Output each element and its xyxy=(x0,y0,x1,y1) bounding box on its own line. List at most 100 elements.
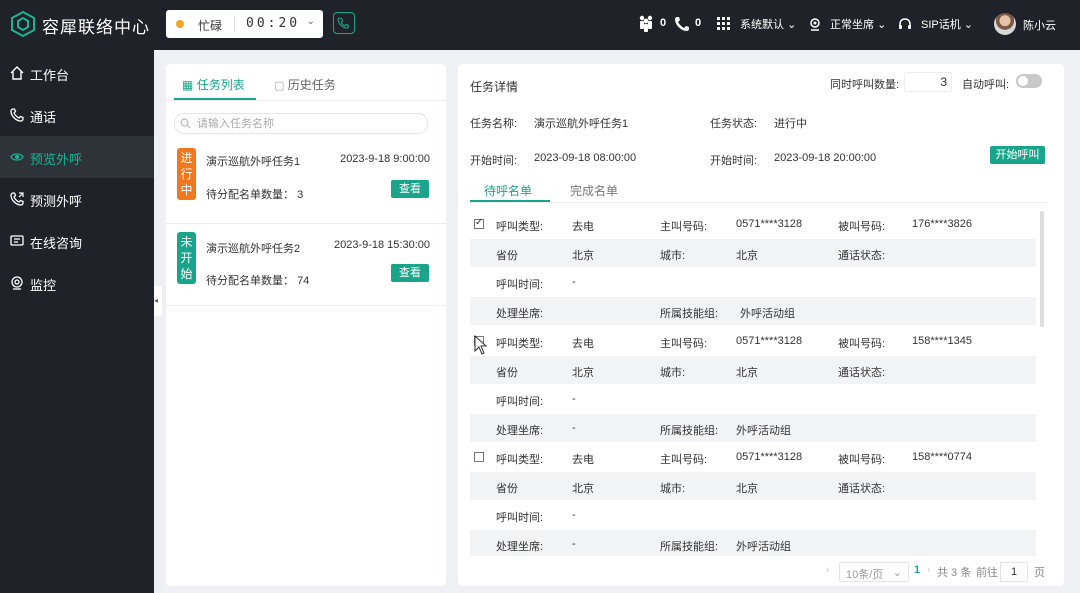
grid-icon: ▦ xyxy=(182,78,194,92)
system-default-select[interactable]: 系统默认 ⌄ xyxy=(740,16,796,32)
view-button[interactable]: 查看 xyxy=(391,180,429,198)
record-checkbox[interactable] xyxy=(474,452,484,462)
task-time: 2023-9-18 9:00:00 xyxy=(340,153,430,165)
total-count: 共 3 条 xyxy=(937,567,972,579)
history-icon: ▢ xyxy=(274,80,285,92)
call-time-value: - xyxy=(572,276,576,288)
phone-icon xyxy=(675,17,689,31)
city-value: 北京 xyxy=(736,250,758,262)
status-timer: 00:20 xyxy=(246,16,301,31)
goto-page-input[interactable]: 1 xyxy=(1000,562,1028,582)
sidebar-item-predictive-outbound[interactable]: 预测外呼 xyxy=(0,178,154,220)
sip-phone-select[interactable]: SIP话机 ⌄ xyxy=(921,16,973,32)
sidebar-item-workbench[interactable]: 工作台 xyxy=(0,52,154,94)
task-card[interactable]: 进行中 演示巡航外呼任务1 2023-9-18 9:00:00 待分配名单数量：… xyxy=(166,142,446,224)
province-value: 北京 xyxy=(572,367,594,379)
task-search-box xyxy=(174,113,428,134)
record-checkbox[interactable] xyxy=(474,217,484,229)
start-time-value: 2023-09-18 08:00:00 xyxy=(534,152,637,164)
sidebar-item-monitor[interactable]: 监控 xyxy=(0,262,154,304)
sidebar-item-label: 通话 xyxy=(30,110,57,125)
busy-dot-icon xyxy=(176,20,184,28)
sidebar-item-preview-outbound[interactable]: 预览外呼 xyxy=(0,136,154,178)
call-time-value: - xyxy=(572,393,576,405)
status-badge: 进行中 xyxy=(177,148,196,200)
headset-agent-icon xyxy=(810,18,820,31)
page-unit: 页 xyxy=(1034,567,1045,579)
next-page-button[interactable]: › xyxy=(927,564,931,576)
tab-history-tasks[interactable]: ▢ 历史任务 xyxy=(274,76,336,93)
chevron-left-icon: ◂ xyxy=(154,296,159,305)
task-search-input[interactable] xyxy=(197,116,417,131)
status-label: 忙碌 xyxy=(198,19,223,33)
sidebar: 工作台 通话 预览外呼 预测外呼 在线咨询 监控 xyxy=(0,50,154,593)
province-value: 北京 xyxy=(572,250,594,262)
skill-group-value: 外呼活动组 xyxy=(736,425,791,437)
goto-label: 前往 xyxy=(976,567,998,579)
task-name-label: 任务名称: xyxy=(470,118,518,130)
task-detail-panel: 任务详情 同时呼叫数量: 3 自动呼叫: 任务名称: 演示巡航外呼任务1 任务状… xyxy=(458,64,1064,586)
task-pending-count: 待分配名单数量： 3 xyxy=(206,189,304,201)
sidebar-item-call[interactable]: 通话 xyxy=(0,94,154,136)
task-name: 演示巡航外呼任务2 xyxy=(206,243,301,255)
avatar[interactable] xyxy=(994,13,1016,35)
seat-status-select[interactable]: 正常坐席 ⌄ xyxy=(830,16,886,32)
pending-call-list: 呼叫类型: 去电 主叫号码: 0571****3128 被叫号码: 176***… xyxy=(470,210,1036,556)
phone-call-button[interactable] xyxy=(333,12,355,34)
task-card[interactable]: 未开始 演示巡航外呼任务2 2023-9-18 15:30:00 待分配名单数量… xyxy=(166,224,446,306)
task-list-panel: ▦ 任务列表 ▢ 历史任务 进行中 演示巡航外呼任务1 2023-9-18 9:… xyxy=(166,64,446,586)
sidebar-item-online-consult[interactable]: 在线咨询 xyxy=(0,220,154,262)
task-name: 演示巡航外呼任务1 xyxy=(206,156,301,168)
chevron-down-icon: ⌄ xyxy=(877,19,887,31)
logo-icon xyxy=(11,11,35,37)
phone-icon xyxy=(10,108,24,122)
monitor-icon xyxy=(11,276,23,290)
caller-number: 0571****3128 xyxy=(736,451,803,463)
sidebar-item-label: 在线咨询 xyxy=(30,236,83,251)
list-scrollbar[interactable] xyxy=(1040,211,1044,327)
callee-number: 158****0774 xyxy=(912,451,972,463)
end-time-value: 2023-09-18 20:00:00 xyxy=(774,152,877,164)
start-time-label: 开始时间: xyxy=(470,155,518,167)
phone-forward-icon xyxy=(10,192,24,206)
call-type-value: 去电 xyxy=(572,221,594,233)
start-call-button[interactable]: 开始呼叫 xyxy=(990,146,1045,164)
tab-task-list[interactable]: ▦ 任务列表 xyxy=(182,76,245,93)
tab-completed-list[interactable]: 完成名单 xyxy=(570,182,618,199)
prev-page-button[interactable]: ‹ xyxy=(826,564,830,576)
concurrent-calls-input[interactable]: 3 xyxy=(904,72,952,92)
agent-status-select[interactable]: 忙碌 00:20 ⌄ xyxy=(166,10,323,38)
eye-icon xyxy=(10,153,24,161)
sidebar-item-label: 预览外呼 xyxy=(30,152,83,167)
view-button[interactable]: 查看 xyxy=(391,264,429,282)
skill-group-value: 外呼活动组 xyxy=(740,308,795,320)
sidebar-item-label: 工作台 xyxy=(30,68,70,83)
task-status-label: 任务状态: xyxy=(710,118,758,130)
user-name[interactable]: 陈小云 xyxy=(1023,17,1056,33)
task-time: 2023-9-18 15:30:00 xyxy=(333,239,430,251)
city-value: 北京 xyxy=(736,483,758,495)
city-value: 北京 xyxy=(736,367,758,379)
callee-number: 158****1345 xyxy=(912,335,972,347)
call-type-value: 去电 xyxy=(572,338,594,350)
mouse-cursor-icon xyxy=(474,335,488,355)
auto-call-label: 自动呼叫: xyxy=(962,79,1010,91)
search-icon xyxy=(180,118,191,129)
auto-call-toggle[interactable] xyxy=(1016,74,1042,88)
chat-icon xyxy=(10,235,24,246)
call-type-value: 去电 xyxy=(572,454,594,466)
collapse-sidebar-handle[interactable]: ◂ xyxy=(154,286,162,316)
skill-group-value: 外呼活动组 xyxy=(736,541,791,553)
panel-title: 任务详情 xyxy=(470,80,519,94)
home-icon xyxy=(10,66,24,80)
chevron-down-icon: ⌄ xyxy=(963,19,974,31)
tab-pending-list[interactable]: 待呼名单 xyxy=(484,182,532,199)
sidebar-item-label: 监控 xyxy=(30,278,57,293)
current-page[interactable]: 1 xyxy=(914,564,920,576)
page-size-select[interactable]: 10条/页 ⌄ xyxy=(839,562,909,582)
task-pending-count: 待分配名单数量： 74 xyxy=(206,275,310,287)
list-item: 呼叫类型: 去电 主叫号码: 0571****3128 被叫号码: 158***… xyxy=(470,443,1036,556)
caller-number: 0571****3128 xyxy=(736,335,803,347)
chevron-down-icon: ⌄ xyxy=(787,19,797,31)
app-title: 容犀联络中心 xyxy=(42,18,150,37)
